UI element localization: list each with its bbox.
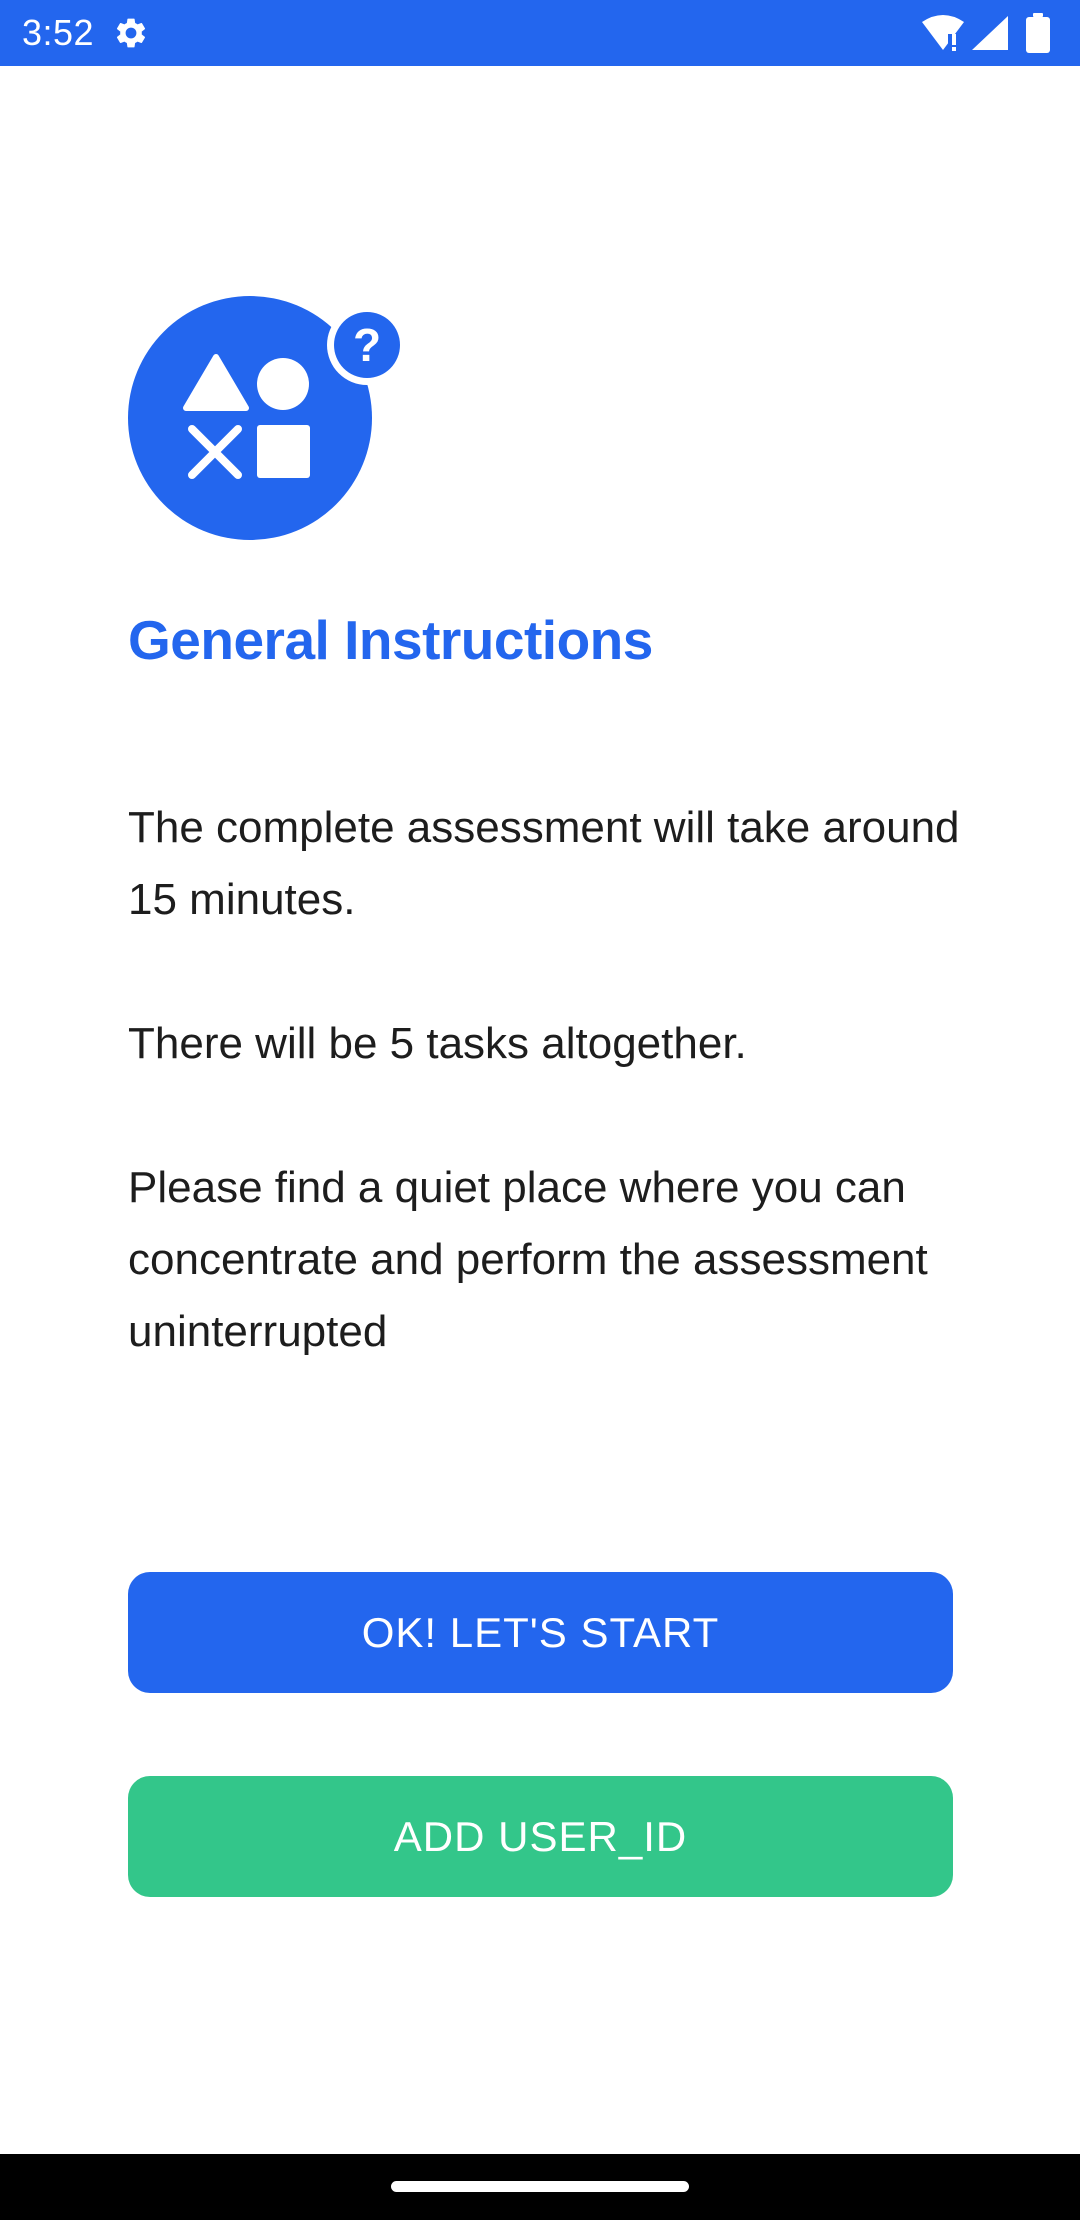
instruction-duration: The complete assessment will take around…	[128, 803, 960, 924]
home-handle[interactable]	[391, 2181, 689, 2192]
cell-signal-icon	[972, 16, 1008, 50]
start-button[interactable]: OK! LET'S START	[128, 1572, 953, 1693]
shapes-question-icon: ?	[128, 296, 404, 540]
status-bar: 3:52	[0, 0, 1080, 66]
status-icons	[860, 0, 1080, 66]
battery-icon	[1026, 13, 1050, 53]
add-user-id-button[interactable]: ADD USER_ID	[128, 1776, 953, 1897]
instruction-environment: Please find a quiet place where you can …	[128, 1163, 928, 1356]
wifi-icon	[922, 15, 964, 51]
page-title: General Instructions	[128, 609, 653, 671]
instruction-tasks: There will be 5 tasks altogether.	[128, 1019, 747, 1068]
status-time: 3:52	[22, 12, 95, 53]
svg-text:?: ?	[353, 319, 381, 371]
gear-icon	[116, 18, 146, 48]
